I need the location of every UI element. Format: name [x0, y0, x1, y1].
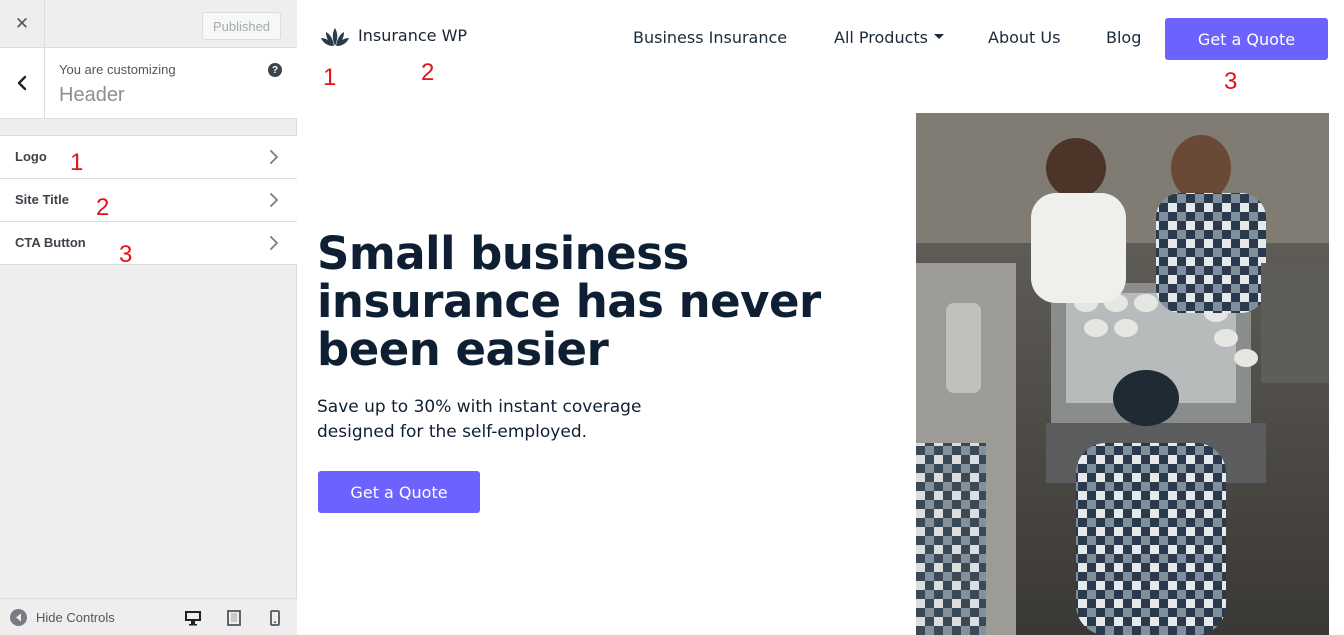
- sidebar-item-logo[interactable]: Logo: [0, 136, 297, 179]
- sidebar-topbar: ✕ Published: [0, 0, 297, 48]
- nav-blog[interactable]: Blog: [1106, 28, 1141, 47]
- customizer-sidebar: ✕ Published You are customizing Header ?…: [0, 0, 297, 635]
- sidebar-item-label: Logo: [15, 149, 47, 164]
- mobile-icon[interactable]: [266, 609, 284, 627]
- hero-cta-button[interactable]: Get a Quote: [318, 471, 480, 513]
- customizing-label: You are customizing: [59, 62, 176, 77]
- annotation-number: 3: [1224, 68, 1238, 95]
- desktop-icon[interactable]: [184, 609, 202, 627]
- nav-business-insurance[interactable]: Business Insurance: [633, 28, 787, 47]
- sidebar-item-cta-button[interactable]: CTA Button: [0, 222, 297, 265]
- chevron-left-icon: [17, 75, 27, 91]
- chevron-right-icon: [270, 236, 278, 250]
- hero-title: Small business insurance has never been …: [317, 227, 821, 376]
- annotation-number: 2: [421, 59, 435, 86]
- nav-label: All Products: [834, 28, 929, 47]
- sidebar-footer: Hide Controls: [0, 598, 297, 635]
- hero-subtitle: Save up to 30% with instant coverage des…: [317, 397, 642, 442]
- sidebar-item-label: Site Title: [15, 192, 69, 207]
- nav-about-us[interactable]: About Us: [988, 28, 1060, 47]
- tablet-icon[interactable]: [225, 609, 243, 627]
- site-title[interactable]: Insurance WP: [358, 26, 467, 45]
- close-icon[interactable]: ✕: [0, 0, 45, 48]
- collapse-icon: [10, 609, 27, 626]
- site-preview: Insurance WP Business Insurance All Prod…: [297, 0, 1344, 635]
- annotation-number: 1: [70, 149, 84, 176]
- sidebar-item-label: CTA Button: [15, 235, 86, 250]
- annotation-number: 2: [96, 194, 110, 221]
- back-button[interactable]: [0, 48, 45, 118]
- annotation-number: 3: [119, 241, 133, 268]
- hide-controls-button[interactable]: Hide Controls: [10, 599, 115, 635]
- header-cta-button[interactable]: Get a Quote: [1165, 18, 1328, 60]
- sidebar-item-site-title[interactable]: Site Title: [0, 179, 297, 222]
- section-header: You are customizing Header ?: [0, 48, 297, 119]
- help-icon[interactable]: ?: [268, 63, 282, 77]
- annotation-number: 1: [323, 64, 337, 91]
- section-title: Header: [59, 84, 125, 106]
- published-button[interactable]: Published: [202, 12, 281, 40]
- caret-down-icon: [934, 34, 945, 39]
- section-control-list: Logo Site Title CTA Button: [0, 135, 297, 265]
- hide-controls-label: Hide Controls: [36, 610, 115, 625]
- hero-image: [916, 113, 1329, 635]
- logo-icon[interactable]: [319, 25, 351, 51]
- nav-all-products[interactable]: All Products: [834, 28, 945, 47]
- chevron-right-icon: [270, 150, 278, 164]
- chevron-right-icon: [270, 193, 278, 207]
